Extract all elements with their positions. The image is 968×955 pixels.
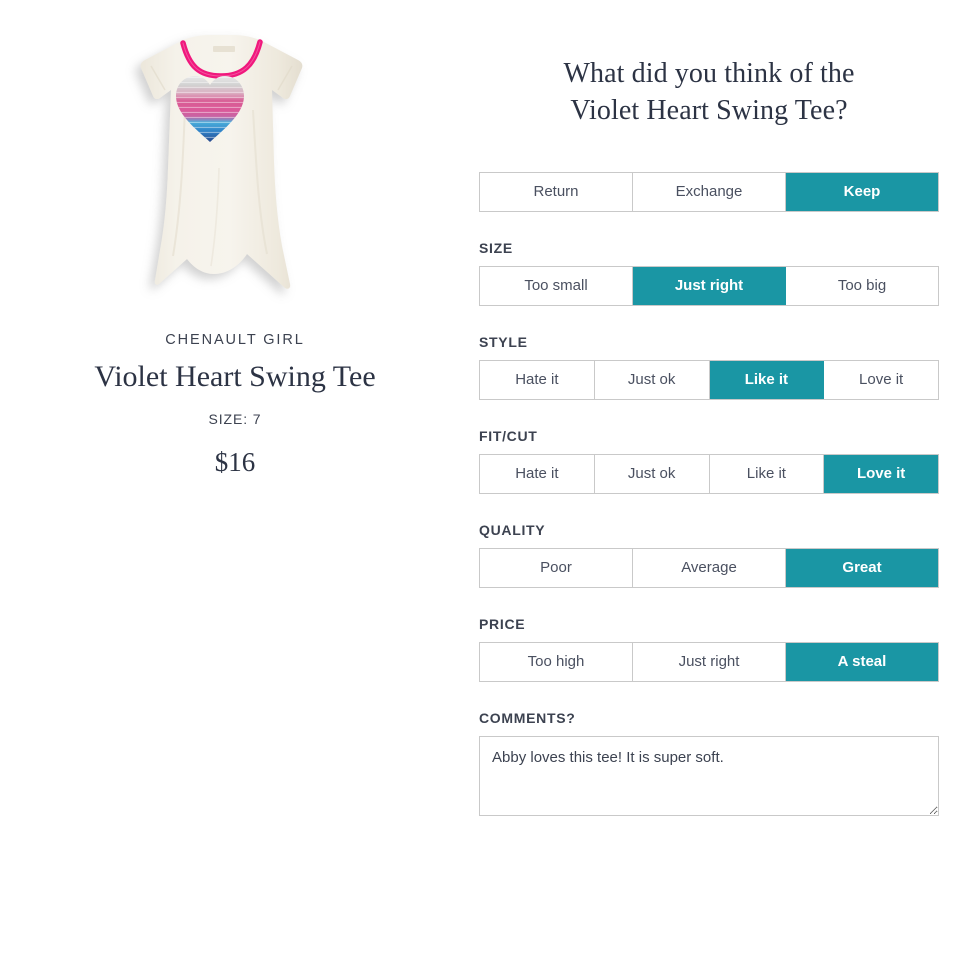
button-group-quality[interactable]: Poor Average Great	[479, 547, 939, 588]
option-style-3[interactable]: Love it	[824, 360, 938, 399]
option-style-0[interactable]: Hate it	[480, 360, 595, 399]
product-price: $16	[214, 446, 256, 477]
field-block-fitcut: FIT/CUT Hate it Just ok Like it Love it	[479, 428, 939, 494]
field-block-price: PRICE Too high Just right A steal	[479, 616, 939, 682]
option-price-1[interactable]: Just right	[633, 642, 786, 681]
button-group-price[interactable]: Too high Just right A steal	[479, 641, 939, 682]
field-block-style: STYLE Hate it Just ok Like it Love it	[479, 334, 939, 400]
survey-heading-line-1: What did you think of the	[563, 58, 855, 89]
product-panel: CHENAULT GIRL Violet Heart Swing Tee SIZ…	[0, 0, 470, 955]
option-decision-0[interactable]: Return	[480, 172, 633, 211]
field-block-size: SIZE Too small Just right Too big	[479, 240, 939, 306]
survey-panel: What did you think of the Violet Heart S…	[479, 0, 939, 816]
option-quality-2[interactable]: Great	[786, 548, 938, 587]
product-brand: CHENAULT GIRL	[165, 332, 305, 348]
option-quality-1[interactable]: Average	[633, 548, 786, 587]
field-label-size: SIZE	[479, 239, 513, 256]
survey-heading-line-2: Violet Heart Swing Tee?	[570, 94, 848, 126]
field-label-fitcut: FIT/CUT	[479, 427, 538, 444]
survey-fields: SIZE Too small Just right Too big STYLE Hate …	[479, 240, 939, 682]
survey-heading: What did you think of the Violet Heart S…	[479, 56, 939, 130]
option-price-0[interactable]: Too high	[480, 642, 633, 681]
product-image-tee	[140, 35, 303, 289]
option-size-1[interactable]: Just right	[633, 266, 786, 305]
decision-button-group[interactable]: Return Exchange Keep	[479, 171, 939, 212]
field-label-price: PRICE	[479, 615, 526, 632]
button-group-fitcut[interactable]: Hate it Just ok Like it Love it	[479, 453, 939, 494]
option-size-0[interactable]: Too small	[480, 266, 633, 305]
option-fitcut-3[interactable]: Love it	[824, 454, 938, 493]
field-label-style: STYLE	[479, 333, 528, 350]
product-meta: CHENAULT GIRL Violet Heart Swing Tee SIZ…	[0, 332, 470, 478]
option-fitcut-0[interactable]: Hate it	[480, 454, 595, 493]
field-label-quality: QUALITY	[479, 521, 546, 538]
product-size: SIZE: 7	[208, 410, 262, 427]
option-fitcut-1[interactable]: Just ok	[594, 454, 710, 493]
option-price-2[interactable]: A steal	[786, 642, 938, 681]
option-fitcut-2[interactable]: Like it	[709, 454, 825, 493]
comments-input[interactable]	[479, 735, 939, 816]
option-decision-1[interactable]: Exchange	[633, 172, 786, 211]
comments-block: COMMENTS?	[479, 710, 939, 816]
button-group-size[interactable]: Too small Just right Too big	[479, 265, 939, 306]
product-image-container	[0, 18, 470, 313]
tee-body	[140, 35, 303, 289]
option-size-2[interactable]: Too big	[786, 266, 938, 305]
product-feedback-page: CHENAULT GIRL Violet Heart Swing Tee SIZ…	[0, 0, 968, 955]
option-style-2[interactable]: Like it	[709, 360, 825, 399]
option-decision-2[interactable]: Keep	[786, 172, 938, 211]
option-quality-0[interactable]: Poor	[480, 548, 633, 587]
field-block-quality: QUALITY Poor Average Great	[479, 522, 939, 588]
garment-label	[213, 46, 235, 52]
comments-label: COMMENTS?	[479, 709, 576, 726]
button-group-style[interactable]: Hate it Just ok Like it Love it	[479, 359, 939, 400]
option-style-1[interactable]: Just ok	[594, 360, 710, 399]
product-title: Violet Heart Swing Tee	[94, 360, 376, 393]
